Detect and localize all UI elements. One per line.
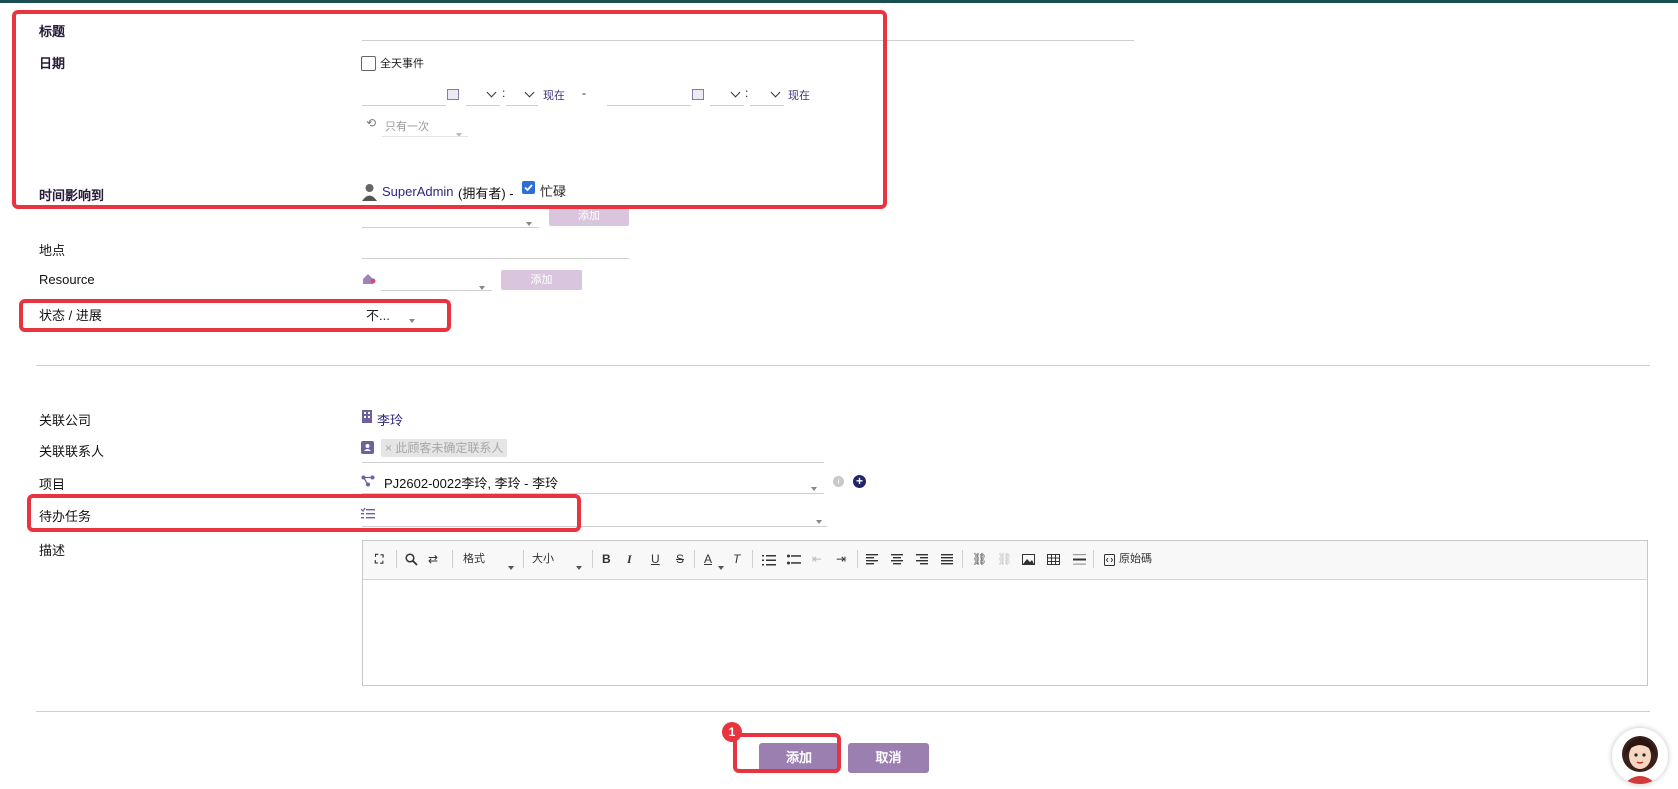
toolbar-separator	[857, 550, 858, 568]
highlight-box-add	[733, 733, 841, 773]
bold-button[interactable]: B	[602, 548, 611, 570]
replace-icon[interactable]: ⇄	[428, 548, 438, 570]
resource-select[interactable]	[381, 290, 492, 291]
chevron-down-icon	[508, 558, 514, 573]
underline-button[interactable]: U	[651, 548, 660, 570]
contact-chip[interactable]: × 此顾客未确定联系人	[381, 439, 508, 457]
horizontal-rule-icon[interactable]	[1073, 548, 1086, 570]
desc-label: 描述	[39, 543, 66, 558]
company-label: 关联公司	[39, 413, 92, 428]
numbered-list-icon[interactable]	[762, 548, 776, 570]
project-label: 项目	[39, 477, 66, 492]
add-attendee-button[interactable]: 添加	[549, 206, 629, 226]
project-select[interactable]: PJ2602-0022李玲, 李玲 - 李玲	[384, 473, 558, 492]
justify-icon[interactable]	[941, 548, 953, 570]
contact-input[interactable]	[362, 462, 824, 463]
add-project-icon[interactable]: +	[853, 475, 866, 488]
resource-label: Resource	[39, 272, 95, 287]
highlight-box-task	[27, 494, 581, 532]
top-accent-bar	[0, 0, 1678, 3]
toolbar-separator	[452, 550, 453, 568]
toolbar-separator	[1093, 550, 1094, 568]
link-icon[interactable]: ⛓	[972, 548, 987, 570]
bullet-list-icon[interactable]	[787, 548, 801, 570]
toolbar-separator	[962, 550, 963, 568]
source-button[interactable]: 原始碼	[1119, 548, 1152, 570]
chevron-down-icon	[811, 479, 817, 494]
chevron-down-icon	[718, 558, 724, 573]
chevron-down-icon	[816, 512, 822, 527]
toolbar-separator	[592, 550, 593, 568]
contact-card-icon	[361, 441, 374, 454]
section-divider	[36, 365, 1650, 366]
project-icon	[361, 475, 375, 487]
format-select[interactable]: 格式	[463, 548, 485, 570]
image-icon[interactable]	[1022, 548, 1035, 570]
chevron-down-icon	[526, 214, 532, 229]
strike-button[interactable]: S	[676, 548, 684, 570]
company-link[interactable]: 李玲	[377, 410, 403, 429]
resource-icon	[362, 273, 376, 285]
source-icon[interactable]	[1104, 548, 1115, 570]
attendee-select[interactable]	[362, 227, 539, 228]
highlight-box-status	[19, 299, 451, 332]
maximize-icon[interactable]: ⛶	[375, 548, 383, 570]
align-left-icon[interactable]	[866, 548, 878, 570]
step-badge: 1	[722, 722, 742, 742]
remove-format-button[interactable]: T	[733, 548, 740, 570]
align-center-icon[interactable]	[891, 548, 903, 570]
toolbar-separator	[694, 550, 695, 568]
unlink-icon[interactable]: ⛓	[997, 548, 1012, 570]
align-right-icon[interactable]	[916, 548, 928, 570]
info-icon[interactable]: i	[833, 476, 844, 487]
toolbar-separator	[396, 550, 397, 568]
location-input[interactable]	[362, 258, 629, 259]
contact-label: 关联联系人	[39, 444, 105, 459]
highlight-box-required	[12, 10, 887, 209]
table-icon[interactable]	[1047, 548, 1060, 570]
indent-icon[interactable]: ⇥	[836, 548, 846, 570]
cancel-button[interactable]: 取消	[848, 743, 929, 773]
italic-button[interactable]: I	[627, 548, 632, 570]
add-resource-button[interactable]: 添加	[501, 270, 582, 290]
toolbar-separator	[752, 550, 753, 568]
outdent-icon[interactable]: ⇤	[812, 548, 822, 570]
building-icon	[362, 410, 372, 423]
location-label: 地点	[39, 243, 66, 258]
chevron-down-icon	[576, 558, 582, 573]
assistant-avatar[interactable]	[1612, 728, 1668, 784]
find-icon[interactable]	[405, 548, 418, 570]
toolbar-separator	[523, 550, 524, 568]
chevron-down-icon	[479, 278, 485, 293]
footer-divider	[36, 711, 1650, 712]
size-select[interactable]: 大小	[532, 548, 554, 570]
font-color-button[interactable]: A	[704, 548, 712, 570]
